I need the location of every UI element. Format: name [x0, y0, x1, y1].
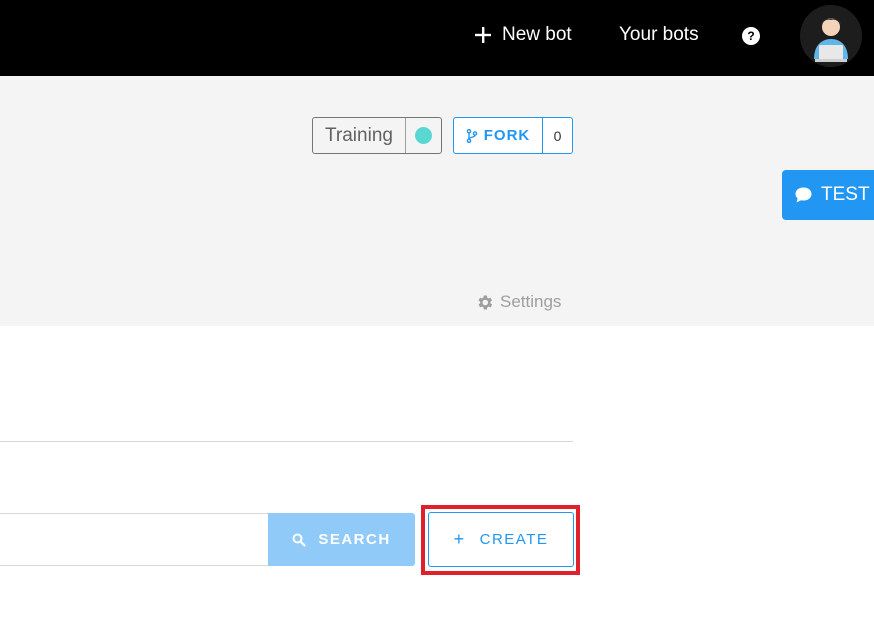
training-status-badge: Training [312, 117, 442, 154]
status-indicator [406, 118, 441, 153]
create-button[interactable]: + CREATE [428, 512, 574, 567]
fork-count: 0 [553, 127, 562, 144]
search-input[interactable] [0, 513, 268, 566]
search-label: SEARCH [318, 531, 391, 548]
plus-icon [474, 26, 492, 44]
fork-action[interactable]: FORK [454, 118, 543, 153]
section-divider [0, 441, 573, 442]
chat-bubble-icon [795, 187, 812, 203]
status-label: Training [313, 118, 406, 153]
help-symbol: ? [747, 29, 755, 43]
fork-button[interactable]: FORK 0 [453, 117, 573, 154]
gear-icon [478, 295, 493, 309]
settings-label: Settings [500, 292, 562, 311]
test-button[interactable]: TEST [782, 170, 874, 220]
new-bot-label: New bot [502, 24, 572, 45]
help-icon[interactable]: ? [742, 27, 760, 45]
test-label: TEST [821, 184, 870, 205]
new-bot-link[interactable]: New bot [474, 20, 572, 50]
settings-link[interactable]: Settings [475, 291, 561, 313]
bot-header-panel [0, 76, 874, 326]
plus-icon: + [453, 529, 466, 549]
create-label: CREATE [479, 531, 549, 548]
avatar[interactable] [800, 5, 862, 67]
search-icon [292, 533, 306, 547]
your-bots-label: Your bots [619, 24, 699, 45]
fork-label: FORK [483, 127, 531, 144]
top-navigation-bar: New bot Your bots ? [0, 0, 874, 76]
status-dot-icon [415, 127, 432, 144]
search-button[interactable]: SEARCH [268, 513, 415, 566]
user-avatar-illustration [800, 5, 862, 67]
fork-icon [466, 128, 478, 143]
your-bots-link[interactable]: Your bots [619, 20, 699, 50]
